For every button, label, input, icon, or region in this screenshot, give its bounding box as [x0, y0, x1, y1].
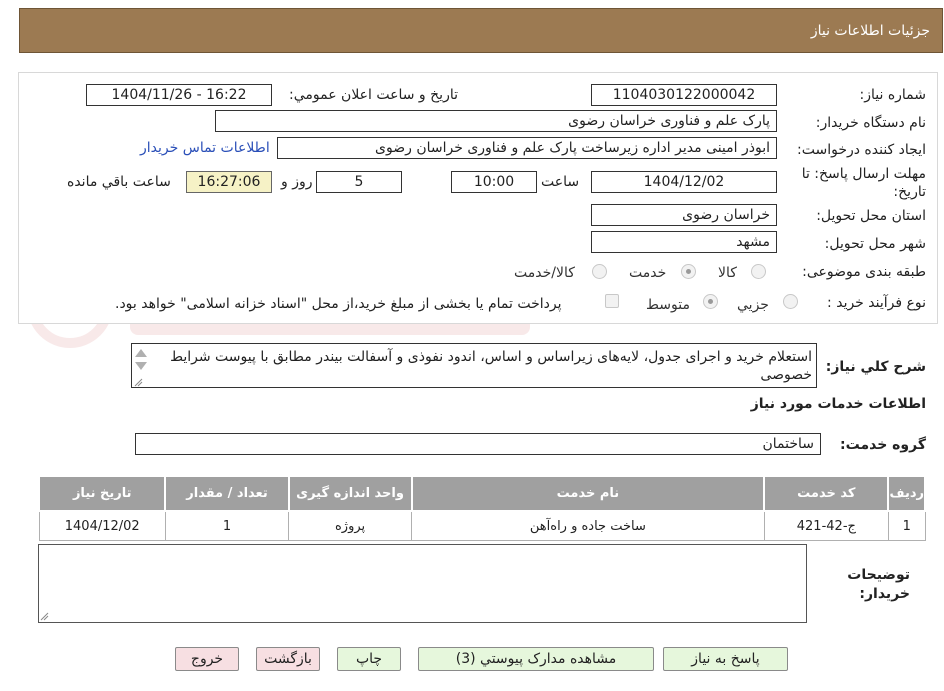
- category-radio-goods[interactable]: [751, 264, 766, 279]
- table-row: 1 ج-42-421 ساخت جاده و راه‌آهن پروژه 1 1…: [38, 510, 926, 541]
- back-button[interactable]: بازگشت: [256, 647, 320, 671]
- category-radio-service[interactable]: [681, 264, 696, 279]
- buyer-org-label: نام دستگاه خریدار:: [815, 115, 926, 131]
- col-header-name: نام خدمت: [410, 475, 766, 512]
- description-textarea[interactable]: استعلام خرید و اجرای جدول، لایه‌های زیرا…: [131, 343, 817, 388]
- col-header-date: تاریخ نیاز: [37, 475, 167, 512]
- deadline-date-field: 1404/12/02: [591, 171, 777, 193]
- process-option-minor: جزيي: [737, 297, 769, 313]
- days-label: روز و: [281, 174, 313, 190]
- col-header-row-no: ردیف: [887, 475, 926, 512]
- cell-date: 1404/12/02: [38, 510, 166, 541]
- buyer-notes-textarea[interactable]: [38, 544, 807, 623]
- province-label: استان محل تحویل:: [816, 208, 926, 224]
- treasury-payment-checkbox[interactable]: [605, 294, 619, 308]
- services-table: ردیف کد خدمت نام خدمت واحد اندازه گیری ت…: [37, 475, 926, 541]
- deadline-label-date: تاریخ:: [893, 184, 926, 200]
- requester-label: ایجاد کننده درخواست:: [797, 142, 926, 158]
- category-option-service: خدمت: [629, 265, 667, 281]
- category-radio-both[interactable]: [592, 264, 607, 279]
- buyer-org-field: پارک علم و فناوری خراسان رضوی: [215, 110, 777, 132]
- cell-row-no: 1: [887, 510, 926, 541]
- buyer-contact-link[interactable]: اطلاعات تماس خریدار: [140, 140, 270, 156]
- category-option-goods: کالا: [718, 265, 737, 281]
- requester-field: ابوذر امینی مدیر اداره زیرساخت پارک علم …: [277, 137, 777, 159]
- announce-label: تاریخ و ساعت اعلان عمومي:: [289, 87, 458, 103]
- deadline-time-field: 10:00: [451, 171, 537, 193]
- services-section-title: اطلاعات خدمات مورد نیاز: [750, 396, 926, 412]
- service-group-label: گروه خدمت:: [840, 437, 926, 453]
- province-field: خراسان رضوی: [591, 204, 777, 226]
- resize-grip-icon[interactable]: [39, 611, 49, 621]
- buyer-notes-label-2: خریدار:: [859, 586, 910, 602]
- reply-to-need-button[interactable]: پاسخ به نیاز: [663, 647, 788, 671]
- page-title: جزئیات اطلاعات نیاز: [810, 23, 930, 39]
- process-radio-medium[interactable]: [703, 294, 718, 309]
- page-header-bar: جزئیات اطلاعات نیاز: [19, 8, 943, 53]
- need-number-label: شماره نیاز:: [859, 87, 927, 103]
- remaining-time-field: 16:27:06: [186, 171, 272, 193]
- category-label: طبقه بندی موضوعی:: [802, 264, 926, 280]
- col-header-code: کد خدمت: [763, 475, 890, 512]
- table-header-row: ردیف کد خدمت نام خدمت واحد اندازه گیری ت…: [37, 475, 926, 512]
- city-field: مشهد: [591, 231, 777, 253]
- cell-unit: پروژه: [288, 510, 413, 541]
- city-label: شهر محل تحویل:: [824, 236, 926, 252]
- need-number-field: 1104030122000042: [591, 84, 777, 106]
- description-resize-grip-icon[interactable]: [133, 377, 143, 387]
- print-button[interactable]: چاپ: [337, 647, 401, 671]
- exit-button[interactable]: خروج: [175, 647, 239, 671]
- category-option-both: کالا/خدمت: [514, 265, 575, 281]
- cell-name: ساخت جاده و راه‌آهن: [411, 510, 765, 541]
- process-type-label: نوع فرآیند خرید :: [827, 295, 926, 311]
- description-label: شرح کلي نیاز:: [825, 359, 926, 375]
- process-radio-minor[interactable]: [783, 294, 798, 309]
- deadline-label: مهلت ارسال پاسخ: تا: [801, 166, 926, 182]
- col-header-qty: تعداد / مقدار: [164, 475, 290, 512]
- service-group-field: ساختمان: [135, 433, 821, 455]
- deadline-time-label: ساعت: [541, 174, 580, 190]
- treasury-payment-note: پرداخت تمام یا بخشی از مبلغ خرید،از محل …: [115, 296, 562, 312]
- cell-code: ج-42-421: [763, 510, 889, 541]
- buyer-notes-label: توضیحات: [847, 567, 910, 583]
- description-text: استعلام خرید و اجرای جدول، لایه‌های زیرا…: [170, 349, 812, 383]
- process-option-medium: متوسط: [646, 297, 690, 313]
- cell-qty: 1: [164, 510, 290, 541]
- days-remaining-field: 5: [316, 171, 402, 193]
- announce-datetime-field: 1404/11/26 - 16:22: [86, 84, 272, 106]
- remaining-time-label: ساعت باقي مانده: [67, 174, 171, 190]
- col-header-unit: واحد اندازه گیری: [287, 475, 413, 512]
- view-attachments-button[interactable]: مشاهده مدارک پیوستي (3): [418, 647, 654, 671]
